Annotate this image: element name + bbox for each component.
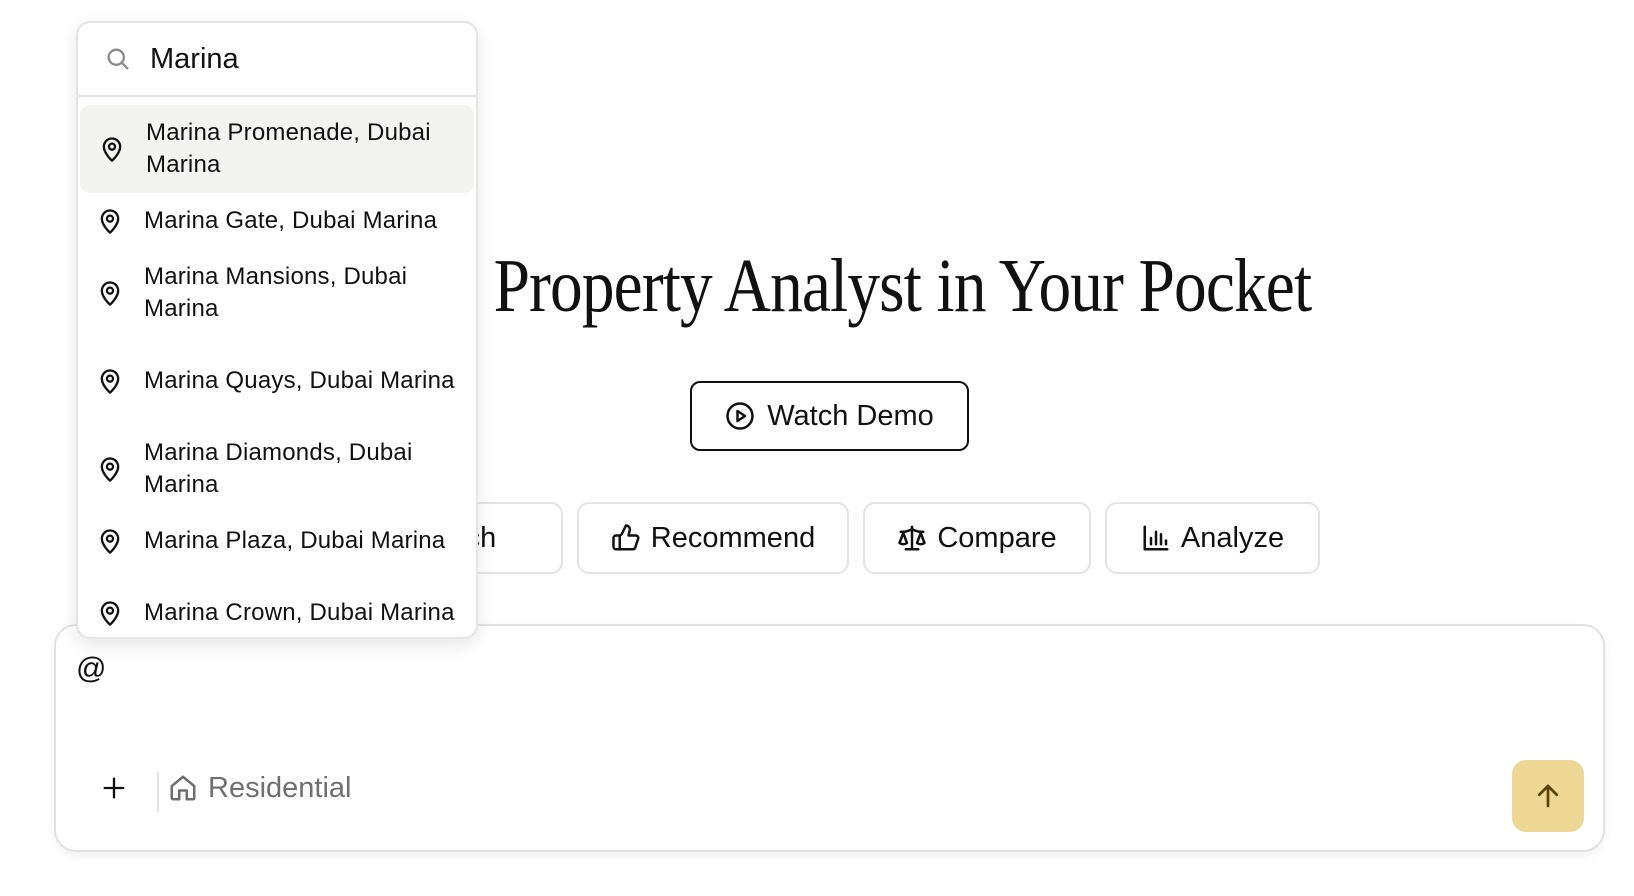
thumbs-up-icon <box>611 523 641 553</box>
analyze-button[interactable]: Analyze <box>1105 502 1320 574</box>
suggestion-item[interactable]: Marina Mansions, Dubai Marina <box>78 249 476 337</box>
recommend-label: Recommend <box>650 521 816 554</box>
suggestion-item[interactable]: Marina Promenade, Dubai Marina <box>80 105 474 193</box>
suggestion-item[interactable]: Marina Gate, Dubai Marina <box>78 193 476 249</box>
chat-composer[interactable]: @ Residential <box>54 624 1605 852</box>
location-search-input[interactable] <box>150 42 450 76</box>
map-pin-icon <box>96 597 124 629</box>
suggestion-item[interactable]: Marina Crown, Dubai Marina <box>78 569 476 637</box>
suggestion-list: Marina Promenade, Dubai Marina Marina Ga… <box>78 97 476 637</box>
map-pin-icon <box>96 277 124 309</box>
recommend-button[interactable]: Recommend <box>577 502 849 574</box>
map-pin-icon <box>96 453 124 485</box>
search-icon <box>104 45 132 73</box>
composer-divider <box>157 772 159 812</box>
composer-input[interactable]: @ <box>76 652 106 686</box>
arrow-up-icon <box>1533 781 1563 811</box>
plus-icon <box>100 774 128 802</box>
suggestion-item[interactable]: Marina Diamonds, Dubai Marina <box>78 425 476 513</box>
map-pin-icon <box>96 365 124 397</box>
suggestion-label: Marina Crown, Dubai Marina <box>144 599 455 626</box>
suggestion-label: Marina Plaza, Dubai Marina <box>144 527 446 554</box>
analyze-label: Analyze <box>1180 521 1285 554</box>
compare-button[interactable]: Compare <box>863 502 1091 574</box>
location-search-dropdown: Marina Promenade, Dubai Marina Marina Ga… <box>76 21 478 639</box>
suggestion-label: Marina Promenade, Dubai Marina <box>146 119 431 178</box>
map-pin-icon <box>96 525 124 557</box>
play-circle-icon <box>725 401 755 431</box>
map-pin-icon <box>98 133 126 165</box>
category-selector[interactable]: Residential <box>168 766 351 810</box>
watch-demo-button[interactable]: Watch Demo <box>690 381 969 451</box>
bar-chart-icon <box>1141 523 1171 553</box>
add-attachment-button[interactable] <box>92 766 136 810</box>
compare-label: Compare <box>937 521 1057 554</box>
suggestion-label: Marina Diamonds, Dubai Marina <box>144 439 413 498</box>
map-pin-icon <box>96 205 124 237</box>
suggestion-label: Marina Quays, Dubai Marina <box>144 367 455 394</box>
category-label: Residential <box>208 771 352 804</box>
home-icon <box>168 773 198 803</box>
send-button[interactable] <box>1512 760 1584 832</box>
suggestion-label: Marina Gate, Dubai Marina <box>144 207 438 234</box>
scale-icon <box>897 523 927 553</box>
suggestion-item[interactable]: Marina Plaza, Dubai Marina <box>78 513 476 569</box>
suggestion-label: Marina Mansions, Dubai Marina <box>144 263 408 322</box>
location-search-bar <box>78 23 476 97</box>
watch-demo-label: Watch Demo <box>767 399 934 432</box>
suggestion-item[interactable]: Marina Quays, Dubai Marina <box>78 337 476 425</box>
